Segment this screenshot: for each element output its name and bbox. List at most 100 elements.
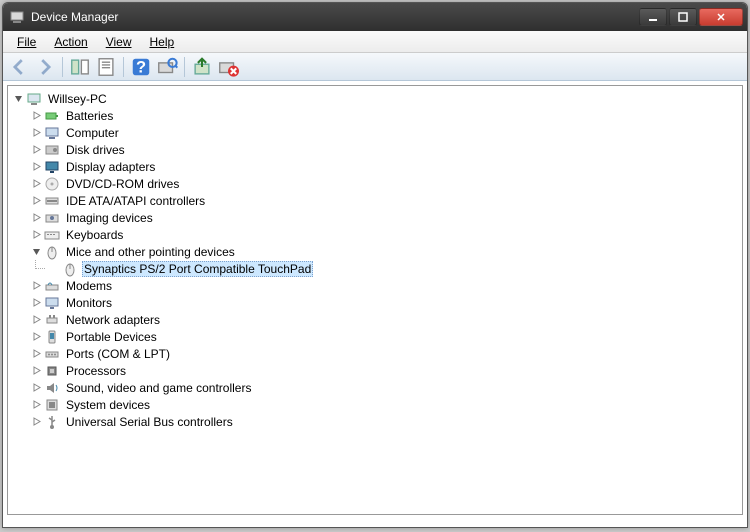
help-button[interactable]: ?: [129, 55, 153, 79]
close-button[interactable]: [699, 8, 743, 26]
tree-node[interactable]: Universal Serial Bus controllers: [28, 413, 740, 430]
expander-icon[interactable]: [30, 297, 42, 309]
disk-icon: [44, 142, 60, 158]
mouse-icon: [62, 261, 78, 277]
expander-icon[interactable]: [30, 416, 42, 428]
network-icon: [44, 312, 60, 328]
device-tree-pane[interactable]: Willsey-PC Batteries Computer Disk drive…: [7, 85, 743, 515]
tree-node[interactable]: System devices: [28, 396, 740, 413]
tree-node[interactable]: Mice and other pointing devices: [28, 243, 740, 260]
show-hide-tree-button[interactable]: [68, 55, 92, 79]
tree-node-label: DVD/CD-ROM drives: [64, 177, 181, 191]
display-icon: [44, 159, 60, 175]
tree-leaf-node[interactable]: Synaptics PS/2 Port Compatible TouchPad: [46, 260, 740, 277]
menu-help[interactable]: Help: [142, 33, 183, 51]
app-icon: [9, 9, 25, 25]
tree-node-label: Portable Devices: [64, 330, 159, 344]
tree-node[interactable]: IDE ATA/ATAPI controllers: [28, 192, 740, 209]
menubar: File Action View Help: [3, 31, 747, 53]
statusbar: [3, 519, 747, 527]
expander-icon[interactable]: [30, 399, 42, 411]
tree-node-label: Synaptics PS/2 Port Compatible TouchPad: [82, 261, 313, 277]
tree-node-label: Willsey-PC: [46, 92, 109, 106]
toolbar-separator: [62, 57, 63, 77]
tree-node[interactable]: Ports (COM & LPT): [28, 345, 740, 362]
tree-node-label: Disk drives: [64, 143, 127, 157]
tree-node[interactable]: Batteries: [28, 107, 740, 124]
tree-node[interactable]: DVD/CD-ROM drives: [28, 175, 740, 192]
tree-node-label: Sound, video and game controllers: [64, 381, 253, 395]
tree-node-label: Display adapters: [64, 160, 157, 174]
expander-icon[interactable]: [30, 331, 42, 343]
forward-button[interactable]: [33, 55, 57, 79]
tree-node[interactable]: Imaging devices: [28, 209, 740, 226]
window-controls: [639, 8, 743, 26]
expander-icon[interactable]: [30, 161, 42, 173]
expander-icon[interactable]: [12, 93, 24, 105]
tree-node-label: System devices: [64, 398, 152, 412]
expander-icon[interactable]: [30, 314, 42, 326]
expander-icon[interactable]: [30, 348, 42, 360]
expander-icon[interactable]: [30, 144, 42, 156]
device-manager-window: Device Manager File Action View Help ? W…: [2, 2, 748, 528]
back-button[interactable]: [7, 55, 31, 79]
tree-node[interactable]: Display adapters: [28, 158, 740, 175]
monitor-icon: [44, 295, 60, 311]
expander-icon[interactable]: [30, 178, 42, 190]
port-icon: [44, 346, 60, 362]
tree-node[interactable]: Computer: [28, 124, 740, 141]
expander-icon[interactable]: [30, 280, 42, 292]
expander-icon[interactable]: [30, 195, 42, 207]
properties-button[interactable]: [94, 55, 118, 79]
tree-node-label: Monitors: [64, 296, 114, 310]
tree-root-node[interactable]: Willsey-PC: [10, 90, 740, 107]
maximize-button[interactable]: [669, 8, 697, 26]
computer-icon: [26, 91, 42, 107]
sound-icon: [44, 380, 60, 396]
cpu-icon: [44, 363, 60, 379]
system-icon: [44, 397, 60, 413]
tree-node[interactable]: Keyboards: [28, 226, 740, 243]
tree-node-label: Network adapters: [64, 313, 162, 327]
tree-node-label: Modems: [64, 279, 114, 293]
modem-icon: [44, 278, 60, 294]
titlebar[interactable]: Device Manager: [3, 3, 747, 31]
tree-node-label: IDE ATA/ATAPI controllers: [64, 194, 207, 208]
tree-node-label: Universal Serial Bus controllers: [64, 415, 235, 429]
tree-node[interactable]: Disk drives: [28, 141, 740, 158]
uninstall-button[interactable]: [216, 55, 240, 79]
expander-icon[interactable]: [30, 246, 42, 258]
tree-node[interactable]: Sound, video and game controllers: [28, 379, 740, 396]
computer-icon: [44, 125, 60, 141]
tree-node-label: Keyboards: [64, 228, 125, 242]
expander-spacer: [48, 263, 60, 275]
tree-node[interactable]: Network adapters: [28, 311, 740, 328]
mouse-icon: [44, 244, 60, 260]
tree-node[interactable]: Processors: [28, 362, 740, 379]
usb-icon: [44, 414, 60, 430]
battery-icon: [44, 108, 60, 124]
tree-node-label: Mice and other pointing devices: [64, 245, 237, 259]
tree-node[interactable]: Portable Devices: [28, 328, 740, 345]
tree-node-label: Ports (COM & LPT): [64, 347, 172, 361]
scan-hardware-button[interactable]: [155, 55, 179, 79]
menu-file[interactable]: File: [9, 33, 44, 51]
toolbar: ?: [3, 53, 747, 81]
expander-icon[interactable]: [30, 365, 42, 377]
dvd-icon: [44, 176, 60, 192]
tree-node-label: Imaging devices: [64, 211, 155, 225]
tree-node-label: Processors: [64, 364, 128, 378]
tree-node-label: Computer: [64, 126, 121, 140]
tree-node[interactable]: Modems: [28, 277, 740, 294]
svg-text:?: ?: [136, 58, 146, 76]
menu-view[interactable]: View: [98, 33, 140, 51]
expander-icon[interactable]: [30, 382, 42, 394]
menu-action[interactable]: Action: [46, 33, 95, 51]
tree-node[interactable]: Monitors: [28, 294, 740, 311]
expander-icon[interactable]: [30, 229, 42, 241]
update-driver-button[interactable]: [190, 55, 214, 79]
expander-icon[interactable]: [30, 212, 42, 224]
minimize-button[interactable]: [639, 8, 667, 26]
expander-icon[interactable]: [30, 110, 42, 122]
expander-icon[interactable]: [30, 127, 42, 139]
